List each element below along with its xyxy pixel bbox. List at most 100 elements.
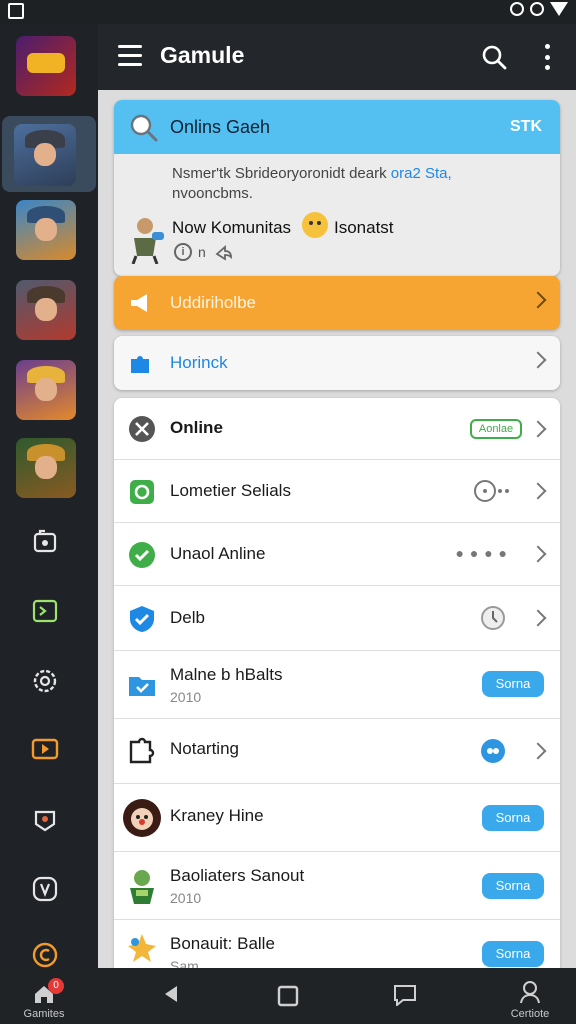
puzzle-piece-icon bbox=[131, 356, 149, 373]
badge-star-icon[interactable] bbox=[28, 802, 62, 836]
shield-v-icon[interactable] bbox=[28, 872, 62, 906]
puzzle-outline-icon bbox=[129, 737, 155, 764]
alarm-icon bbox=[510, 2, 524, 16]
list-item-title: Unaol Anline bbox=[170, 544, 266, 563]
chevron-right-icon bbox=[529, 545, 547, 563]
back-icon bbox=[165, 986, 177, 1002]
copyright-icon[interactable] bbox=[28, 938, 62, 972]
clock-face-icon[interactable] bbox=[480, 605, 506, 631]
folder-check-icon bbox=[129, 677, 155, 696]
puzzle-icon[interactable] bbox=[28, 524, 62, 558]
action-button[interactable]: Sorna bbox=[482, 805, 544, 831]
notification-badge: 0 bbox=[48, 978, 64, 994]
rail-app-4[interactable] bbox=[16, 280, 76, 340]
section-banner-label: Horinck bbox=[170, 353, 228, 372]
list-item-title: Malne b hBalts bbox=[170, 665, 283, 684]
crossed-tools-icon bbox=[129, 416, 155, 442]
more-icon[interactable] bbox=[540, 44, 554, 70]
nav-home[interactable]: 0 Gamites bbox=[14, 978, 74, 1022]
more-dots-icon[interactable]: ● ● ● ● bbox=[456, 545, 509, 561]
rail-app-3[interactable] bbox=[16, 200, 76, 260]
list-item-title: Notarting bbox=[170, 739, 239, 758]
promo-banner-label: Uddiriholbe bbox=[170, 293, 256, 312]
page-title: Gamule bbox=[160, 42, 245, 68]
rail-app-6[interactable] bbox=[16, 438, 76, 498]
status-bar bbox=[0, 0, 576, 24]
rail-app-1[interactable] bbox=[16, 36, 76, 96]
community-label: Now Komunitas bbox=[172, 218, 292, 237]
community-value: Isonatst bbox=[334, 218, 394, 237]
chevron-right-icon bbox=[529, 482, 547, 500]
list-item-unaol[interactable]: Unaol Anline ● ● ● ● bbox=[114, 523, 560, 586]
clown-avatar-icon bbox=[123, 799, 161, 837]
list-item-title: Baoliaters Sanout bbox=[170, 866, 305, 885]
list-item-title: Kraney Hine bbox=[170, 806, 264, 825]
search-input[interactable]: Onlins Gaeh bbox=[170, 117, 270, 138]
list-item-lometier[interactable]: Lometier Selials bbox=[114, 460, 560, 523]
blue-round-icon[interactable] bbox=[480, 738, 506, 764]
chevron-right-icon bbox=[529, 420, 547, 438]
settings-gear-icon[interactable] bbox=[28, 664, 62, 698]
list-item-subtitle: 2010 bbox=[170, 689, 202, 705]
nav-recents[interactable] bbox=[258, 978, 318, 1022]
list-item-title: Bonauit: Balle bbox=[170, 934, 275, 953]
promo-banner[interactable]: Uddiriholbe bbox=[114, 276, 560, 330]
smiley-icon bbox=[302, 212, 328, 238]
rail-app-2-selected[interactable] bbox=[2, 116, 96, 192]
list-item-notarting[interactable]: Notarting bbox=[114, 719, 560, 784]
action-button[interactable]: Sorna bbox=[482, 873, 544, 899]
search-bar[interactable]: Onlins Gaeh STK bbox=[114, 100, 560, 154]
chat-icon bbox=[394, 985, 416, 1006]
search-icon[interactable] bbox=[480, 43, 508, 71]
nav-profile[interactable]: Certiote bbox=[500, 978, 560, 1022]
app-rail bbox=[0, 24, 98, 968]
green-square-icon bbox=[130, 480, 154, 504]
search-card: Onlins Gaeh STK Nsmer'tk Sbrideoryoronid… bbox=[114, 100, 560, 276]
toggle-dots-icon[interactable] bbox=[472, 478, 512, 504]
status-icons bbox=[510, 2, 568, 16]
sparkle-hero-icon bbox=[128, 934, 156, 962]
list-item-subtitle: 2010 bbox=[170, 890, 202, 906]
list-item-title: Online bbox=[170, 418, 223, 437]
menu-list: Online Aonlae Lometier Selials Unaol Anl… bbox=[114, 398, 560, 968]
wifi-icon bbox=[550, 2, 568, 16]
nav-profile-label: Certiote bbox=[510, 1008, 550, 1020]
description-text: Nsmer'tk Sbrideoryoronidt deark bbox=[172, 165, 387, 182]
check-circle-icon bbox=[129, 542, 155, 568]
list-item-kraney[interactable]: Kraney Hine Sorna bbox=[114, 784, 560, 852]
description-line2: nvooncbms. bbox=[172, 185, 253, 202]
list-item-delb[interactable]: Delb bbox=[114, 586, 560, 651]
blue-check-shield-icon bbox=[130, 606, 154, 632]
list-item-malne[interactable]: Malne b hBalts 2010 Sorna bbox=[114, 651, 560, 719]
chevron-right-icon bbox=[529, 742, 547, 760]
terminal-icon[interactable] bbox=[28, 594, 62, 628]
app-bar: Gamule bbox=[98, 24, 576, 90]
search-action[interactable]: STK bbox=[510, 118, 542, 136]
list-item-online[interactable]: Online Aonlae bbox=[114, 398, 560, 460]
section-banner[interactable]: Horinck bbox=[114, 336, 560, 390]
bottom-navigation: 0 Gamites Certiote bbox=[0, 968, 576, 1024]
nav-back[interactable] bbox=[142, 978, 202, 1022]
list-item-title: Lometier Selials bbox=[170, 481, 291, 500]
profile-icon bbox=[520, 981, 540, 1004]
clock-icon bbox=[530, 2, 544, 16]
warrior-avatar-icon bbox=[131, 218, 164, 264]
action-button[interactable]: Sorna bbox=[482, 671, 544, 697]
nav-chat[interactable] bbox=[374, 978, 434, 1022]
nav-home-label: Gamites bbox=[23, 1008, 65, 1020]
share-icon[interactable] bbox=[214, 242, 234, 262]
list-item-baoliaters[interactable]: Baoliaters Sanout 2010 Sorna bbox=[114, 852, 560, 920]
description-link[interactable]: ora2 Sta, bbox=[391, 165, 452, 182]
info-icon[interactable]: i bbox=[174, 243, 192, 261]
megaphone-icon bbox=[131, 294, 147, 312]
list-item-bonauit[interactable]: Bonauit: Balle Sam Sorna bbox=[114, 920, 560, 968]
status-badge: Aonlae bbox=[470, 419, 522, 439]
chevron-right-icon bbox=[529, 609, 547, 627]
list-item-title: Delb bbox=[170, 608, 205, 627]
action-button[interactable]: Sorna bbox=[482, 941, 544, 967]
video-play-icon[interactable] bbox=[28, 732, 62, 766]
rail-app-5[interactable] bbox=[16, 360, 76, 420]
main-panel: Onlins Gaeh STK Nsmer'tk Sbrideoryoronid… bbox=[98, 90, 576, 968]
menu-icon[interactable] bbox=[118, 45, 142, 67]
list-item-subtitle: Sam bbox=[170, 958, 199, 968]
